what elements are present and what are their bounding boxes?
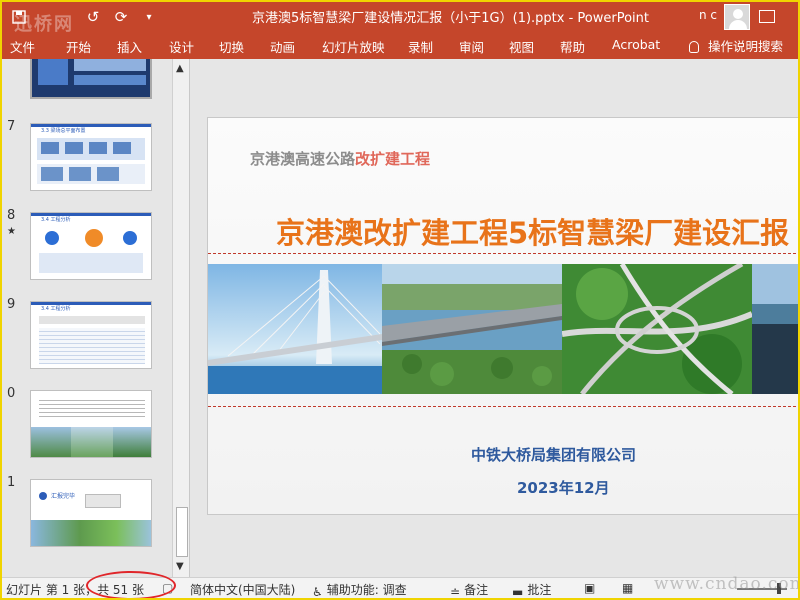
screenshot-border <box>0 0 800 600</box>
